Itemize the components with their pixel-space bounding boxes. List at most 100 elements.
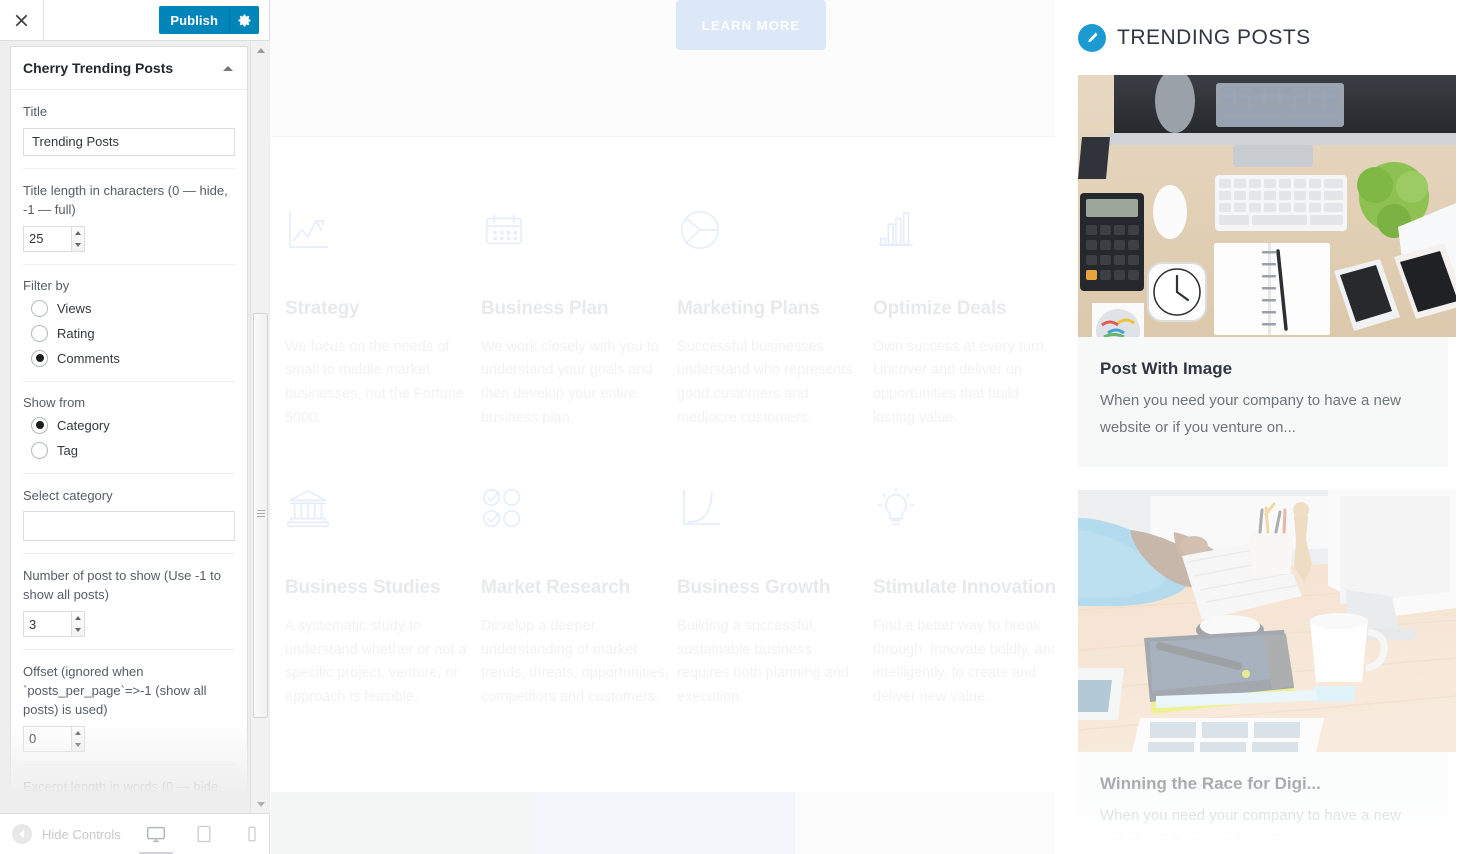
title-length-stepper[interactable] xyxy=(23,225,85,252)
close-button[interactable] xyxy=(0,0,44,40)
growth-curve-icon xyxy=(683,490,720,526)
customizer-controls-body[interactable]: Cherry Trending Posts Title Title length… xyxy=(0,41,270,813)
feature-icon-wrap xyxy=(677,486,867,548)
radio-show-from-category[interactable]: Category xyxy=(23,415,235,436)
device-mobile-button[interactable] xyxy=(239,820,265,848)
radio-label: Comments xyxy=(57,350,120,366)
lightbulb-icon xyxy=(877,488,915,526)
preview-footer-blocks xyxy=(271,792,1055,854)
stepper-down-button[interactable] xyxy=(72,239,84,251)
feature-icon-wrap xyxy=(873,486,1055,548)
post-title[interactable]: Winning the Race for Digi... xyxy=(1100,774,1426,794)
stepper-up-button[interactable] xyxy=(72,727,84,739)
trending-post-item[interactable]: Winning the Race for Digi... When you ne… xyxy=(1078,490,1456,854)
feature-title: Optimize Deals xyxy=(873,298,1007,319)
feature-card-business-studies[interactable]: Business Studies A systematic study to u… xyxy=(285,486,475,709)
customizer-settings-button[interactable] xyxy=(229,6,259,34)
feature-card-strategy[interactable]: Strategy We focus on the needs of small … xyxy=(285,207,475,430)
feature-title: Business Studies xyxy=(285,577,441,599)
stepper-down-button[interactable] xyxy=(72,624,84,636)
radio-filter-views[interactable]: Views xyxy=(23,298,235,319)
stepper-up-button[interactable] xyxy=(72,227,84,239)
widget-panel-header[interactable]: Cherry Trending Posts xyxy=(11,47,247,90)
radio-label: Rating xyxy=(57,325,95,341)
number-of-posts-input[interactable] xyxy=(23,611,71,638)
control-number-of-posts: Number of post to show (Use -1 to show a… xyxy=(23,553,235,638)
widget-panel-fields: Title Title length in characters (0 — hi… xyxy=(11,90,247,813)
trending-post-item[interactable]: Post With Image When you need your compa… xyxy=(1078,75,1456,468)
title-input[interactable] xyxy=(23,127,235,156)
feature-title: Business Plan xyxy=(481,298,609,319)
feature-text: Find a better way to break through. Inno… xyxy=(873,618,1055,705)
radio-icon[interactable] xyxy=(31,441,48,459)
scroll-down-button[interactable] xyxy=(251,795,270,813)
control-excerpt-length-label: Excerpt length in words (0 — hide, -1 — … xyxy=(23,778,222,813)
scrollbar-thumb[interactable] xyxy=(253,313,268,718)
offset-spinner[interactable] xyxy=(71,725,85,752)
stepper-down-button[interactable] xyxy=(72,739,84,751)
post-text-block: Post With Image When you need your compa… xyxy=(1078,337,1448,468)
desktop-icon xyxy=(146,826,165,843)
offset-input[interactable] xyxy=(23,725,71,752)
feature-title: Business Growth xyxy=(677,577,831,599)
device-desktop-button[interactable] xyxy=(138,820,173,854)
radio-show-from-tag[interactable]: Tag xyxy=(23,440,235,461)
control-excerpt-length: Excerpt length in words (0 — hide, -1 — … xyxy=(23,763,235,813)
feature-card-business-plan[interactable]: Business Plan We work closely with you t… xyxy=(481,207,671,430)
control-title-label: Title xyxy=(23,104,48,119)
control-title-length: Title length in characters (0 — hide, -1… xyxy=(23,167,235,252)
feature-text: We focus on the needs of small to middle… xyxy=(285,338,464,426)
checklist-icon xyxy=(483,489,521,528)
sidebar-scrollbar[interactable] xyxy=(250,41,269,813)
post-thumbnail-person-typing[interactable] xyxy=(1078,490,1456,753)
control-select-category-label: Select category xyxy=(23,487,113,503)
number-of-posts-stepper[interactable] xyxy=(23,611,85,638)
offset-stepper[interactable] xyxy=(23,725,85,752)
post-text-block: Winning the Race for Digi... When you ne… xyxy=(1078,752,1448,854)
triangle-down-icon xyxy=(256,801,265,807)
radio-filter-rating[interactable]: Rating xyxy=(23,323,235,344)
feature-icon-wrap xyxy=(481,207,671,269)
title-length-input[interactable] xyxy=(23,225,71,252)
stepper-up-button[interactable] xyxy=(72,612,84,624)
feature-card-stimulate-innovation[interactable]: Stimulate Innovation Find a better way t… xyxy=(873,486,1055,709)
radio-icon-selected[interactable] xyxy=(31,416,48,434)
post-title[interactable]: Post With Image xyxy=(1100,359,1426,379)
post-thumbnail-desk-top-view[interactable] xyxy=(1078,75,1456,337)
bank-icon xyxy=(287,490,329,528)
scroll-up-button[interactable] xyxy=(251,41,270,59)
radio-icon[interactable] xyxy=(31,299,48,317)
feature-icon-wrap xyxy=(285,207,475,269)
learn-more-button[interactable]: LEARN MORE xyxy=(676,0,826,50)
hide-controls-label: Hide Controls xyxy=(42,826,121,842)
feature-card-business-growth[interactable]: Business Growth Building a successful, s… xyxy=(677,486,867,709)
feature-text: We work closely with you to understand y… xyxy=(481,338,659,426)
number-of-posts-spinner[interactable] xyxy=(71,611,85,638)
feature-text: Successful businesses understand who rep… xyxy=(677,338,853,426)
footer-block-middle xyxy=(533,792,795,854)
feature-card-marketing-plans[interactable]: Marketing Plans Successful businesses un… xyxy=(677,207,867,430)
device-tablet-button[interactable] xyxy=(191,820,217,848)
radio-filter-comments[interactable]: Comments xyxy=(23,348,235,369)
feature-card-optimize-deals[interactable]: Optimize Deals Own success at every turn… xyxy=(873,207,1055,430)
publish-button[interactable]: Publish xyxy=(159,6,229,34)
select-category-input[interactable] xyxy=(23,511,235,542)
hide-controls-button[interactable]: Hide Controls xyxy=(0,824,121,844)
feature-card-market-research[interactable]: Market Research Develop a deeper underst… xyxy=(481,486,671,709)
gear-icon xyxy=(238,14,251,26)
radio-icon-selected[interactable] xyxy=(31,349,48,367)
radio-label: Tag xyxy=(57,442,78,458)
feature-title: Strategy xyxy=(285,298,360,319)
feature-title: Stimulate Innovation xyxy=(873,577,1055,599)
edit-widget-button[interactable] xyxy=(1078,24,1106,52)
chevron-up-icon[interactable] xyxy=(223,65,233,71)
widget-panel-cherry-trending-posts: Cherry Trending Posts Title Title length… xyxy=(10,46,248,813)
tablet-icon xyxy=(197,825,211,843)
control-filter-by-label: Filter by xyxy=(23,277,70,293)
feature-icon-wrap xyxy=(677,207,867,269)
post-excerpt: When you need your company to have a new… xyxy=(1100,807,1402,852)
radio-icon[interactable] xyxy=(31,324,48,342)
title-length-spinner[interactable] xyxy=(71,225,85,252)
feature-text: Own success at every turn. Uncover and d… xyxy=(873,338,1048,426)
site-preview-frame[interactable]: LEARN MORE Strategy We focus on the need… xyxy=(271,0,1055,854)
